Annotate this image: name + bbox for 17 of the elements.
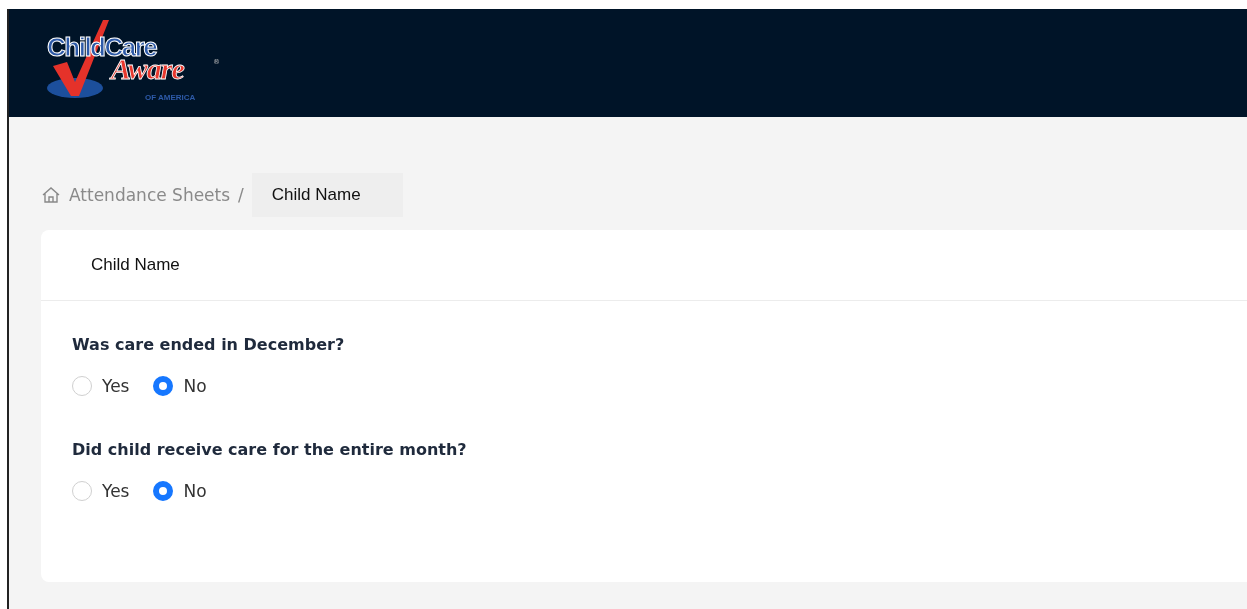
option-label: Yes <box>102 376 130 396</box>
question-text: Was care ended in December? <box>72 335 346 354</box>
home-icon[interactable] <box>41 185 61 204</box>
breadcrumb-link[interactable]: Child Name <box>251 172 403 217</box>
radio-option[interactable]: No <box>153 376 207 396</box>
radio-option[interactable]: No <box>153 481 207 501</box>
breadcrumb-separator: / <box>238 184 244 205</box>
card-title: Child Name <box>91 255 180 275</box>
radio-icon[interactable] <box>153 481 174 501</box>
radio-option[interactable]: Yes <box>72 481 130 501</box>
logo-text: OF AMERICA <box>145 93 196 102</box>
radio-icon[interactable] <box>153 376 174 396</box>
option-label: Yes <box>102 481 130 501</box>
option-label: No <box>183 481 207 501</box>
radio-option[interactable]: Yes <box>72 376 130 396</box>
option-label: No <box>183 376 207 396</box>
question-text: Did child receive care for the entire month? <box>72 440 468 459</box>
